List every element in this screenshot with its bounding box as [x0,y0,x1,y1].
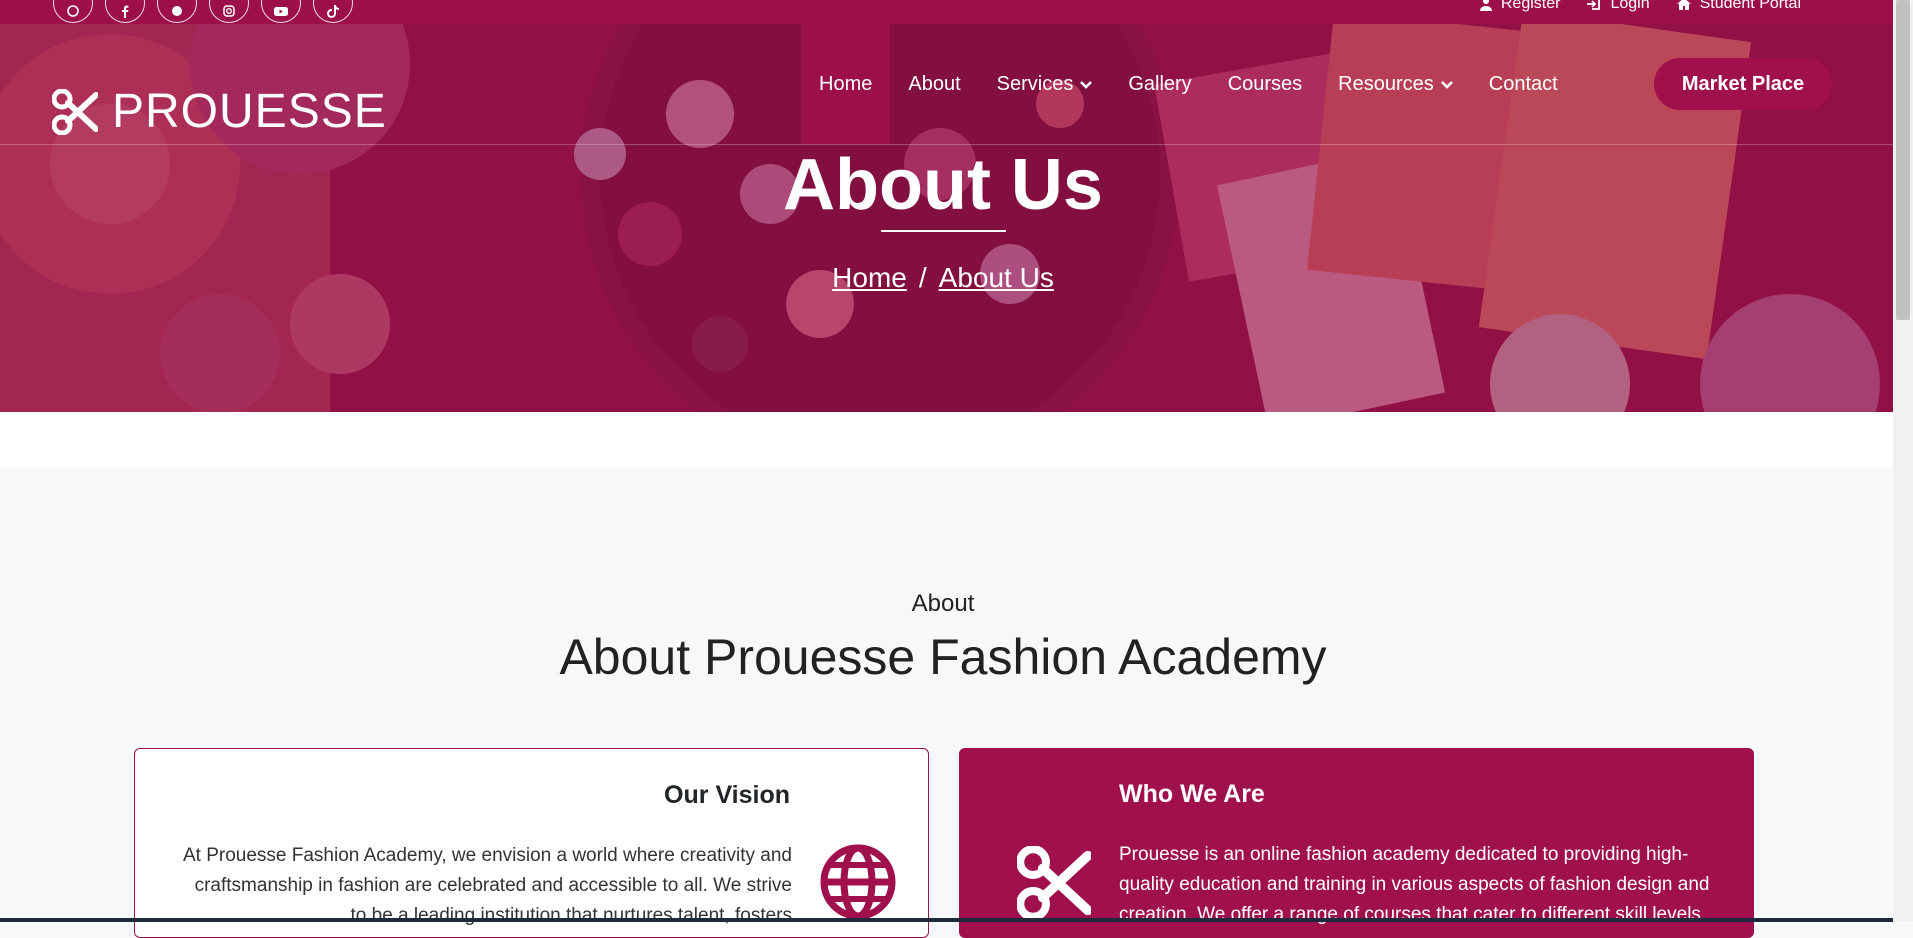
main-nav: Home About Services Gallery Courses Reso… [801,24,1576,144]
brand-logo[interactable]: PROUESSE [52,84,387,139]
chevron-down-icon [1440,81,1453,89]
nav-home-label: Home [819,72,873,95]
breadcrumb-current-link[interactable]: About Us [939,262,1054,293]
nav-contact[interactable]: Contact [1471,24,1576,144]
user-icon [1479,0,1492,11]
who-title: Who We Are [1119,780,1265,808]
window-bottom-edge [0,918,1893,922]
vision-card: Our Vision At Prouesse Fashion Academy, … [134,748,929,938]
nav-resources-label: Resources [1338,72,1434,95]
nav-courses[interactable]: Courses [1210,24,1320,144]
scrollbar-thumb[interactable] [1896,0,1910,320]
facebook-icon[interactable] [105,0,145,23]
login-icon [1587,0,1601,10]
market-place-button[interactable]: Market Place [1654,58,1832,110]
youtube-icon[interactable] [261,0,301,23]
section-kicker: About [911,590,975,617]
hero-banner: PROUESSE Home About Services Gallery Cou… [0,24,1893,412]
register-label: Register [1500,0,1561,12]
tiktok-icon[interactable] [313,0,353,23]
vision-title: Our Vision [664,781,790,809]
account-links: Register Login Student Portal [1479,0,1801,13]
page-title: About Us [783,145,1103,225]
who-text: Prouesse is an online fashion academy de… [1119,844,1710,925]
student-portal-label: Student Portal [1699,0,1801,12]
nav-contact-label: Contact [1488,72,1558,95]
pinterest-icon[interactable] [157,0,197,23]
globe-icon [820,844,896,920]
home-icon [1676,0,1691,10]
register-link[interactable]: Register [1479,0,1561,13]
section-spacer [0,412,1893,468]
login-label: Login [1610,0,1650,12]
login-link[interactable]: Login [1586,0,1650,13]
brand-name: PROUESSE [112,85,387,138]
social-links [53,0,353,23]
nav-about-label: About [908,72,961,95]
chevron-down-icon [1080,81,1093,89]
nav-gallery-label: Gallery [1128,72,1192,95]
who-we-are-card: Who We Are Prouesse is an online fashion… [959,748,1754,938]
nav-resources[interactable]: Resources [1320,24,1471,144]
skype-icon[interactable] [53,0,93,23]
section-heading: About Prouesse Fashion Academy [559,629,1327,685]
nav-gallery[interactable]: Gallery [1110,24,1209,144]
scissors-icon [52,88,98,135]
breadcrumb-separator: / [918,262,927,293]
student-portal-link[interactable]: Student Portal [1676,0,1801,13]
nav-about[interactable]: About [890,24,978,144]
top-bar: Register Login Student Portal [0,0,1893,24]
scissors-icon [1017,846,1091,920]
nav-courses-label: Courses [1227,72,1303,95]
title-underline [881,230,1006,232]
nav-services-label: Services [996,72,1074,95]
page-scrollbar[interactable] [1893,0,1913,922]
nav-services[interactable]: Services [979,24,1111,144]
nav-home[interactable]: Home [801,24,891,144]
breadcrumb: Home / About Us [0,262,1886,294]
instagram-icon[interactable] [209,0,249,23]
breadcrumb-home-link[interactable]: Home [832,262,907,293]
